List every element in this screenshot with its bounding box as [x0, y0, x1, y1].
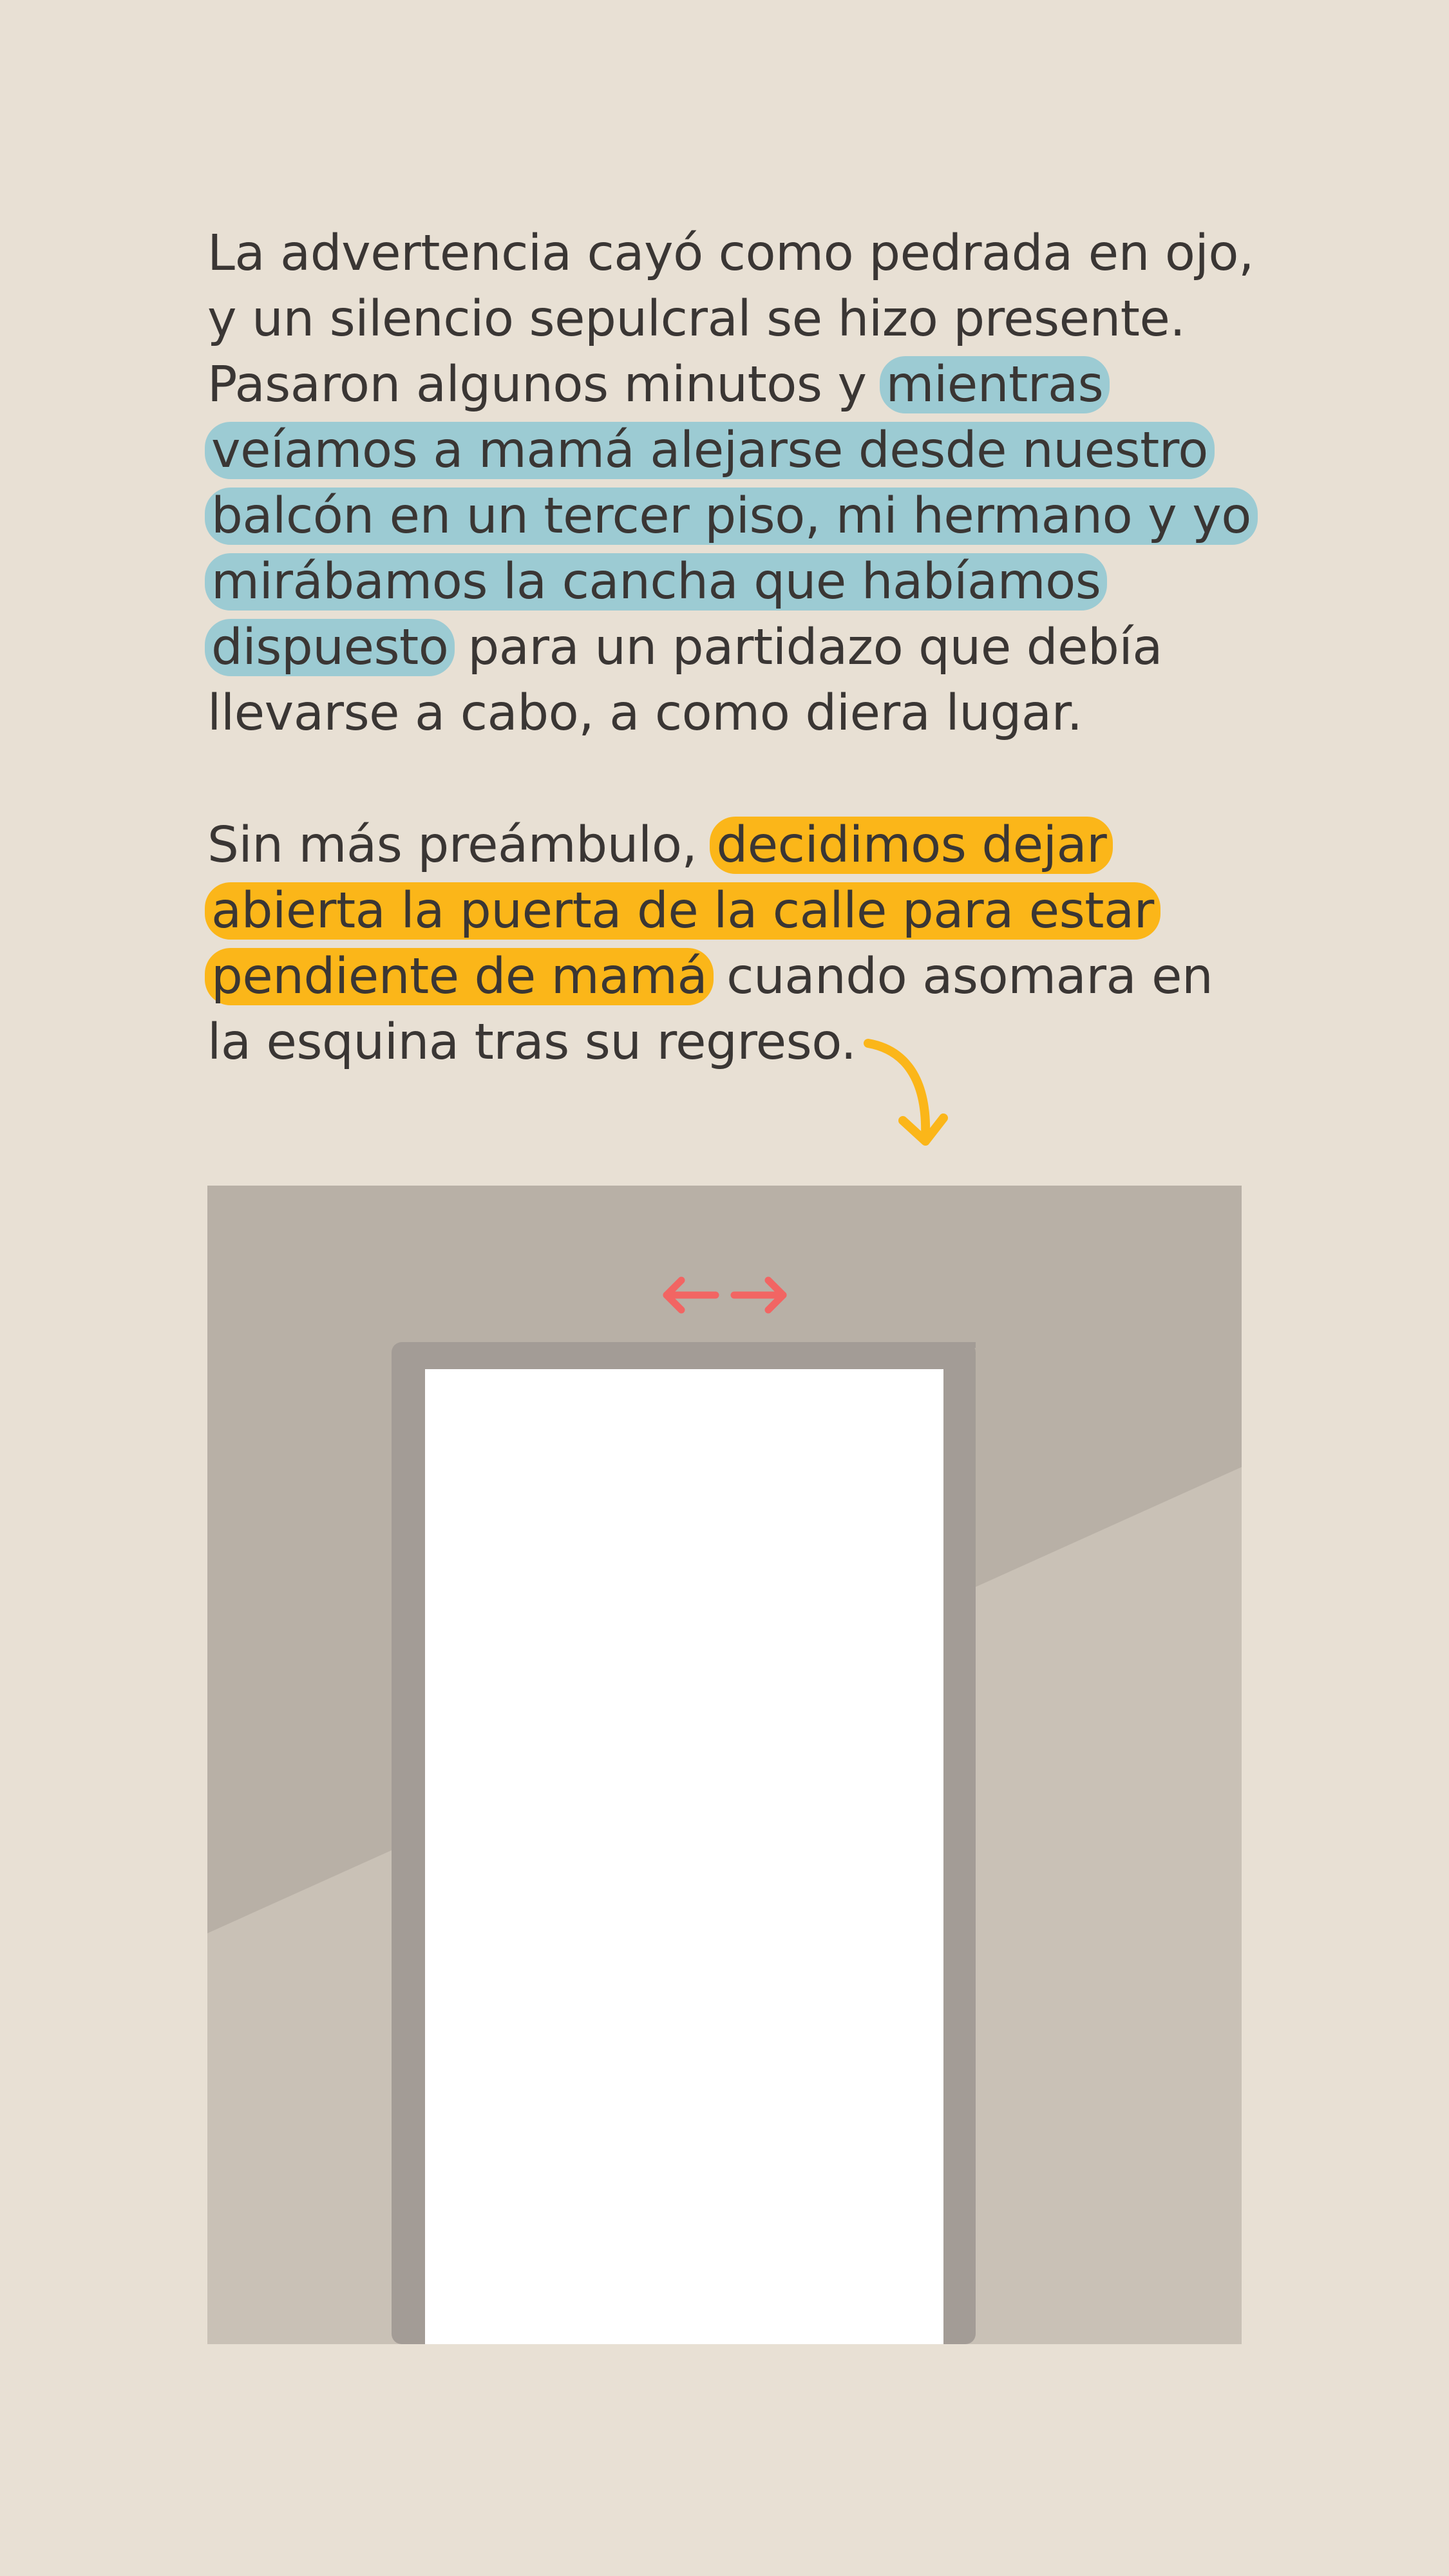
story-paragraph-1: La advertencia cayó como pedrada en ojo,…	[205, 221, 1264, 746]
frame-shadow	[942, 1342, 976, 1349]
open-door-illustration	[207, 1186, 1242, 2344]
story-paragraph-2: Sin más preámbulo, decidimos dejar abier…	[205, 813, 1264, 1075]
door-opening	[425, 1369, 943, 2344]
paragraph-2-text-start: Sin más preámbulo,	[207, 817, 713, 874]
curved-down-arrow-icon	[864, 1039, 948, 1146]
